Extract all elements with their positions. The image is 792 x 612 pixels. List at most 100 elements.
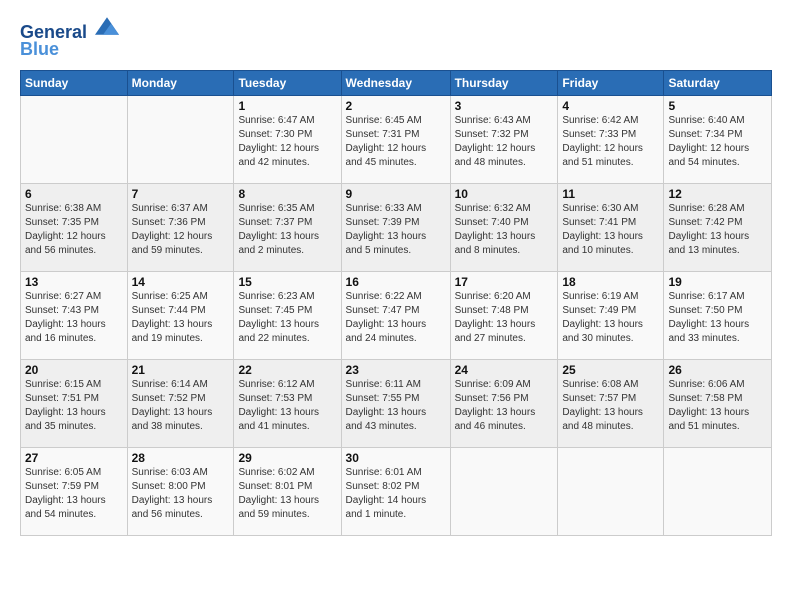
calendar-cell: 2Sunrise: 6:45 AM Sunset: 7:31 PM Daylig… xyxy=(341,95,450,183)
calendar-week-row: 27Sunrise: 6:05 AM Sunset: 7:59 PM Dayli… xyxy=(21,447,772,535)
day-number: 13 xyxy=(25,275,123,289)
day-number: 19 xyxy=(668,275,767,289)
day-info: Sunrise: 6:28 AM Sunset: 7:42 PM Dayligh… xyxy=(668,202,767,258)
calendar-cell: 28Sunrise: 6:03 AM Sunset: 8:00 PM Dayli… xyxy=(127,447,234,535)
day-number: 6 xyxy=(25,187,123,201)
calendar-cell xyxy=(127,95,234,183)
day-number: 21 xyxy=(132,363,230,377)
calendar-cell: 5Sunrise: 6:40 AM Sunset: 7:34 PM Daylig… xyxy=(664,95,772,183)
day-info: Sunrise: 6:35 AM Sunset: 7:37 PM Dayligh… xyxy=(238,202,336,258)
weekday-row: SundayMondayTuesdayWednesdayThursdayFrid… xyxy=(21,70,772,95)
calendar-cell: 29Sunrise: 6:02 AM Sunset: 8:01 PM Dayli… xyxy=(234,447,341,535)
calendar-cell: 8Sunrise: 6:35 AM Sunset: 7:37 PM Daylig… xyxy=(234,183,341,271)
day-number: 30 xyxy=(346,451,446,465)
day-info: Sunrise: 6:20 AM Sunset: 7:48 PM Dayligh… xyxy=(455,290,554,346)
day-info: Sunrise: 6:27 AM Sunset: 7:43 PM Dayligh… xyxy=(25,290,123,346)
day-number: 16 xyxy=(346,275,446,289)
day-info: Sunrise: 6:32 AM Sunset: 7:40 PM Dayligh… xyxy=(455,202,554,258)
weekday-header: Sunday xyxy=(21,70,128,95)
day-info: Sunrise: 6:23 AM Sunset: 7:45 PM Dayligh… xyxy=(238,290,336,346)
day-info: Sunrise: 6:37 AM Sunset: 7:36 PM Dayligh… xyxy=(132,202,230,258)
day-number: 5 xyxy=(668,99,767,113)
calendar-cell: 25Sunrise: 6:08 AM Sunset: 7:57 PM Dayli… xyxy=(558,359,664,447)
day-info: Sunrise: 6:02 AM Sunset: 8:01 PM Dayligh… xyxy=(238,466,336,522)
day-number: 10 xyxy=(455,187,554,201)
calendar-cell: 3Sunrise: 6:43 AM Sunset: 7:32 PM Daylig… xyxy=(450,95,558,183)
day-number: 17 xyxy=(455,275,554,289)
calendar-cell xyxy=(21,95,128,183)
calendar-cell xyxy=(558,447,664,535)
day-info: Sunrise: 6:47 AM Sunset: 7:30 PM Dayligh… xyxy=(238,114,336,170)
calendar-cell: 22Sunrise: 6:12 AM Sunset: 7:53 PM Dayli… xyxy=(234,359,341,447)
calendar-cell: 21Sunrise: 6:14 AM Sunset: 7:52 PM Dayli… xyxy=(127,359,234,447)
calendar-cell: 15Sunrise: 6:23 AM Sunset: 7:45 PM Dayli… xyxy=(234,271,341,359)
calendar-cell xyxy=(450,447,558,535)
calendar-cell: 30Sunrise: 6:01 AM Sunset: 8:02 PM Dayli… xyxy=(341,447,450,535)
page: General Blue SundayMondayTuesdayWednesda… xyxy=(0,0,792,612)
day-number: 3 xyxy=(455,99,554,113)
calendar-cell: 7Sunrise: 6:37 AM Sunset: 7:36 PM Daylig… xyxy=(127,183,234,271)
logo: General Blue xyxy=(20,16,119,60)
day-info: Sunrise: 6:11 AM Sunset: 7:55 PM Dayligh… xyxy=(346,378,446,434)
day-info: Sunrise: 6:25 AM Sunset: 7:44 PM Dayligh… xyxy=(132,290,230,346)
calendar-week-row: 1Sunrise: 6:47 AM Sunset: 7:30 PM Daylig… xyxy=(21,95,772,183)
day-number: 23 xyxy=(346,363,446,377)
calendar-cell: 17Sunrise: 6:20 AM Sunset: 7:48 PM Dayli… xyxy=(450,271,558,359)
calendar-week-row: 13Sunrise: 6:27 AM Sunset: 7:43 PM Dayli… xyxy=(21,271,772,359)
day-info: Sunrise: 6:42 AM Sunset: 7:33 PM Dayligh… xyxy=(562,114,659,170)
day-number: 18 xyxy=(562,275,659,289)
calendar-cell: 12Sunrise: 6:28 AM Sunset: 7:42 PM Dayli… xyxy=(664,183,772,271)
calendar-week-row: 6Sunrise: 6:38 AM Sunset: 7:35 PM Daylig… xyxy=(21,183,772,271)
day-info: Sunrise: 6:14 AM Sunset: 7:52 PM Dayligh… xyxy=(132,378,230,434)
day-number: 26 xyxy=(668,363,767,377)
day-number: 15 xyxy=(238,275,336,289)
logo-icon xyxy=(95,16,119,36)
day-info: Sunrise: 6:01 AM Sunset: 8:02 PM Dayligh… xyxy=(346,466,446,522)
calendar-body: 1Sunrise: 6:47 AM Sunset: 7:30 PM Daylig… xyxy=(21,95,772,535)
day-number: 20 xyxy=(25,363,123,377)
weekday-header: Wednesday xyxy=(341,70,450,95)
calendar-cell xyxy=(664,447,772,535)
weekday-header: Saturday xyxy=(664,70,772,95)
calendar-cell: 1Sunrise: 6:47 AM Sunset: 7:30 PM Daylig… xyxy=(234,95,341,183)
day-number: 24 xyxy=(455,363,554,377)
calendar-cell: 6Sunrise: 6:38 AM Sunset: 7:35 PM Daylig… xyxy=(21,183,128,271)
day-number: 1 xyxy=(238,99,336,113)
day-info: Sunrise: 6:43 AM Sunset: 7:32 PM Dayligh… xyxy=(455,114,554,170)
calendar-cell: 11Sunrise: 6:30 AM Sunset: 7:41 PM Dayli… xyxy=(558,183,664,271)
day-info: Sunrise: 6:08 AM Sunset: 7:57 PM Dayligh… xyxy=(562,378,659,434)
day-info: Sunrise: 6:15 AM Sunset: 7:51 PM Dayligh… xyxy=(25,378,123,434)
day-info: Sunrise: 6:05 AM Sunset: 7:59 PM Dayligh… xyxy=(25,466,123,522)
day-info: Sunrise: 6:33 AM Sunset: 7:39 PM Dayligh… xyxy=(346,202,446,258)
weekday-header: Monday xyxy=(127,70,234,95)
day-number: 27 xyxy=(25,451,123,465)
day-number: 28 xyxy=(132,451,230,465)
day-number: 12 xyxy=(668,187,767,201)
day-info: Sunrise: 6:45 AM Sunset: 7:31 PM Dayligh… xyxy=(346,114,446,170)
calendar-header: SundayMondayTuesdayWednesdayThursdayFrid… xyxy=(21,70,772,95)
day-info: Sunrise: 6:09 AM Sunset: 7:56 PM Dayligh… xyxy=(455,378,554,434)
day-number: 25 xyxy=(562,363,659,377)
calendar: SundayMondayTuesdayWednesdayThursdayFrid… xyxy=(20,70,772,536)
day-info: Sunrise: 6:40 AM Sunset: 7:34 PM Dayligh… xyxy=(668,114,767,170)
header: General Blue xyxy=(20,16,772,60)
calendar-cell: 4Sunrise: 6:42 AM Sunset: 7:33 PM Daylig… xyxy=(558,95,664,183)
day-number: 2 xyxy=(346,99,446,113)
calendar-cell: 16Sunrise: 6:22 AM Sunset: 7:47 PM Dayli… xyxy=(341,271,450,359)
calendar-cell: 9Sunrise: 6:33 AM Sunset: 7:39 PM Daylig… xyxy=(341,183,450,271)
day-number: 14 xyxy=(132,275,230,289)
calendar-cell: 20Sunrise: 6:15 AM Sunset: 7:51 PM Dayli… xyxy=(21,359,128,447)
day-number: 4 xyxy=(562,99,659,113)
calendar-cell: 10Sunrise: 6:32 AM Sunset: 7:40 PM Dayli… xyxy=(450,183,558,271)
day-number: 7 xyxy=(132,187,230,201)
calendar-cell: 26Sunrise: 6:06 AM Sunset: 7:58 PM Dayli… xyxy=(664,359,772,447)
day-number: 11 xyxy=(562,187,659,201)
day-info: Sunrise: 6:12 AM Sunset: 7:53 PM Dayligh… xyxy=(238,378,336,434)
calendar-cell: 13Sunrise: 6:27 AM Sunset: 7:43 PM Dayli… xyxy=(21,271,128,359)
calendar-cell: 19Sunrise: 6:17 AM Sunset: 7:50 PM Dayli… xyxy=(664,271,772,359)
day-info: Sunrise: 6:06 AM Sunset: 7:58 PM Dayligh… xyxy=(668,378,767,434)
day-info: Sunrise: 6:03 AM Sunset: 8:00 PM Dayligh… xyxy=(132,466,230,522)
day-info: Sunrise: 6:19 AM Sunset: 7:49 PM Dayligh… xyxy=(562,290,659,346)
weekday-header: Thursday xyxy=(450,70,558,95)
day-number: 22 xyxy=(238,363,336,377)
